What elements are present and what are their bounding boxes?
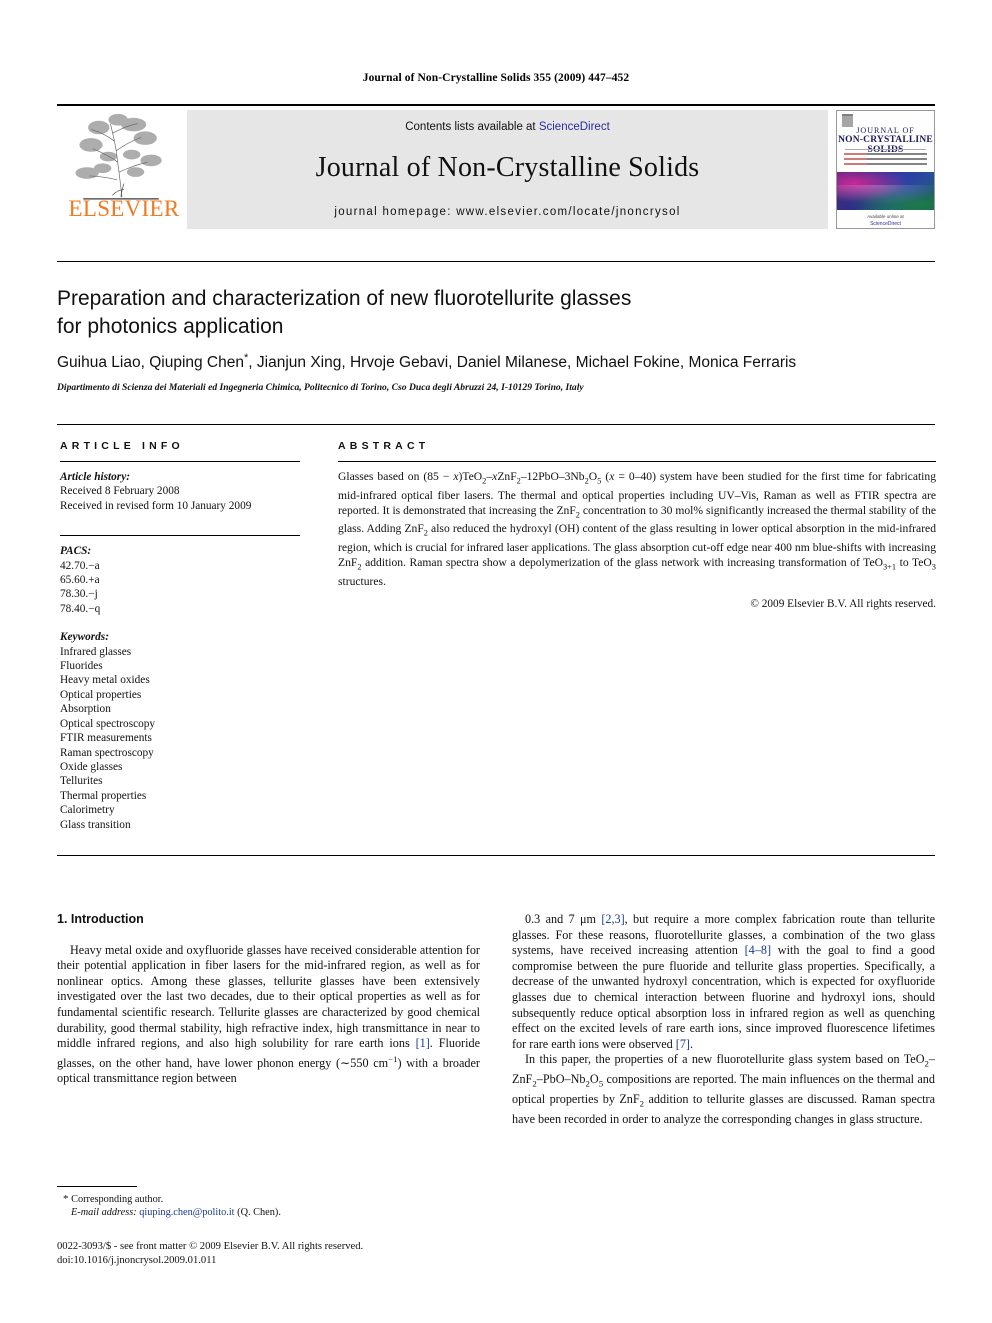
cover-title-line1: JOURNAL OF (856, 126, 915, 135)
pacs-block: PACS: 42.70.−a 65.60.+a 78.30.−j 78.40.−… (60, 544, 300, 832)
keyword-item: Optical spectroscopy (60, 717, 156, 730)
info-divider-top (57, 424, 935, 425)
copyright-line: © 2009 Elsevier B.V. All rights reserved… (750, 598, 936, 611)
email-owner: (Q. Chen). (237, 1207, 281, 1219)
history-item: Received in revised form 10 January 2009 (60, 499, 252, 512)
footnote-block: * Corresponding author. E-mail address: … (57, 1186, 480, 1220)
cover-footer-line2: ScienceDirect (870, 221, 901, 228)
affiliation: Dipartimento di Scienza dei Materiali ed… (57, 382, 584, 393)
corresponding-author-text: Corresponding author. (71, 1194, 164, 1205)
keyword-item: Oxide glasses (60, 760, 123, 773)
cover-footer-line1: Available online at (867, 214, 904, 220)
paragraph: 0.3 and 7 μm [2,3], but require a more c… (512, 912, 935, 1051)
imprint-block: 0022-3093/$ - see front matter © 2009 El… (57, 1240, 557, 1268)
email-address-link[interactable]: qiuping.chen@polito.it (139, 1207, 234, 1218)
article-history: Article history: Received 8 February 200… (60, 470, 300, 513)
section-heading-introduction: 1. Introduction (57, 912, 144, 926)
keywords-heading: Keywords: (60, 631, 109, 644)
keyword-item: Absorption (60, 703, 111, 716)
corresponding-author-note: * Corresponding author. E-mail address: … (57, 1193, 480, 1220)
elsevier-tree-icon (75, 113, 162, 200)
keyword-item: Thermal properties (60, 789, 147, 802)
page-title: Preparation and characterization of new … (57, 285, 817, 341)
abstract-column: ABSTRACT Glasses based on (85 − x)TeO2–x… (338, 440, 936, 610)
article-info-column: ARTICLE INFO Article history: Received 8… (60, 440, 300, 832)
issn-line: 0022-3093/$ - see front matter © 2009 El… (57, 1241, 364, 1252)
article-info-label: ARTICLE INFO (60, 440, 184, 452)
journal-band: Contents lists available at ScienceDirec… (187, 110, 828, 229)
keyword-item: Calorimetry (60, 804, 115, 817)
keyword-item: Infrared glasses (60, 645, 132, 658)
abstract-label: ABSTRACT (338, 440, 430, 452)
journal-cover-thumbnail[interactable]: JOURNAL OF NON-CRYSTALLINE SOLIDS Availa… (836, 110, 935, 229)
title-line-2: for photonics application (57, 315, 284, 338)
paragraph: Heavy metal oxide and oxyfluoride glasse… (57, 942, 480, 1086)
cover-editor-lines (844, 153, 927, 165)
keyword-item: Optical properties (60, 688, 142, 701)
journal-masthead: ELSEVIER Contents lists available at Sci… (57, 104, 935, 229)
keyword-item: Raman spectroscopy (60, 746, 154, 759)
info-divider-bottom (57, 855, 935, 856)
author-list: Guihua Liao, Qiuping Chen*, Jianjun Xing… (57, 352, 937, 372)
paragraph: In this paper, the properties of a new f… (512, 1052, 935, 1127)
author-names: Guihua Liao, Qiuping Chen*, Jianjun Xing… (57, 352, 797, 372)
sciencedirect-link[interactable]: ScienceDirect (539, 121, 610, 133)
keyword-item: Glass transition (60, 818, 131, 831)
paper-page: Journal of Non-Crystalline Solids 355 (2… (0, 0, 992, 1323)
keyword-item: Heavy metal oxides (60, 674, 150, 687)
contents-prefix: Contents lists available at (405, 121, 539, 133)
article-history-heading: Article history: (60, 471, 130, 483)
elsevier-wordmark: ELSEVIER (68, 196, 180, 221)
pacs-item: 78.30.−j (60, 588, 98, 601)
title-divider (57, 261, 935, 262)
keyword-item: Fluorides (60, 660, 103, 673)
pacs-item: 65.60.+a (60, 574, 100, 587)
cover-artwork (837, 171, 934, 211)
keyword-item: FTIR measurements (60, 732, 152, 745)
running-head: Journal of Non-Crystalline Solids 355 (2… (362, 72, 630, 84)
keyword-item: Tellurites (60, 775, 103, 788)
journal-homepage[interactable]: journal homepage: www.elsevier.com/locat… (187, 206, 828, 218)
doi-line: doi:10.1016/j.jnoncrysol.2009.01.011 (57, 1255, 217, 1266)
pacs-heading: PACS: (60, 545, 92, 558)
body-column-left: 1. Introduction Heavy metal oxide and ox… (57, 912, 480, 1087)
body-column-right: 0.3 and 7 μm [2,3], but require a more c… (512, 912, 935, 1128)
contents-available-line: Contents lists available at ScienceDirec… (187, 121, 828, 133)
title-line-1: Preparation and characterization of new … (57, 287, 632, 310)
elsevier-logo: ELSEVIER (57, 110, 187, 229)
email-label: E-mail address: (71, 1207, 137, 1219)
journal-title: Journal of Non-Crystalline Solids (315, 152, 700, 183)
pacs-item: 42.70.−a (60, 559, 100, 572)
cover-title-line2: NON-CRYSTALLINE SOLIDS (838, 135, 933, 155)
abstract-text: Glasses based on (85 − x)TeO2–xZnF2–12Pb… (338, 470, 936, 588)
history-item: Received 8 February 2008 (60, 485, 180, 498)
pacs-item: 78.40.−q (60, 602, 101, 615)
corresponding-author-marker: * (63, 1193, 69, 1205)
footnote-divider (57, 1186, 137, 1187)
